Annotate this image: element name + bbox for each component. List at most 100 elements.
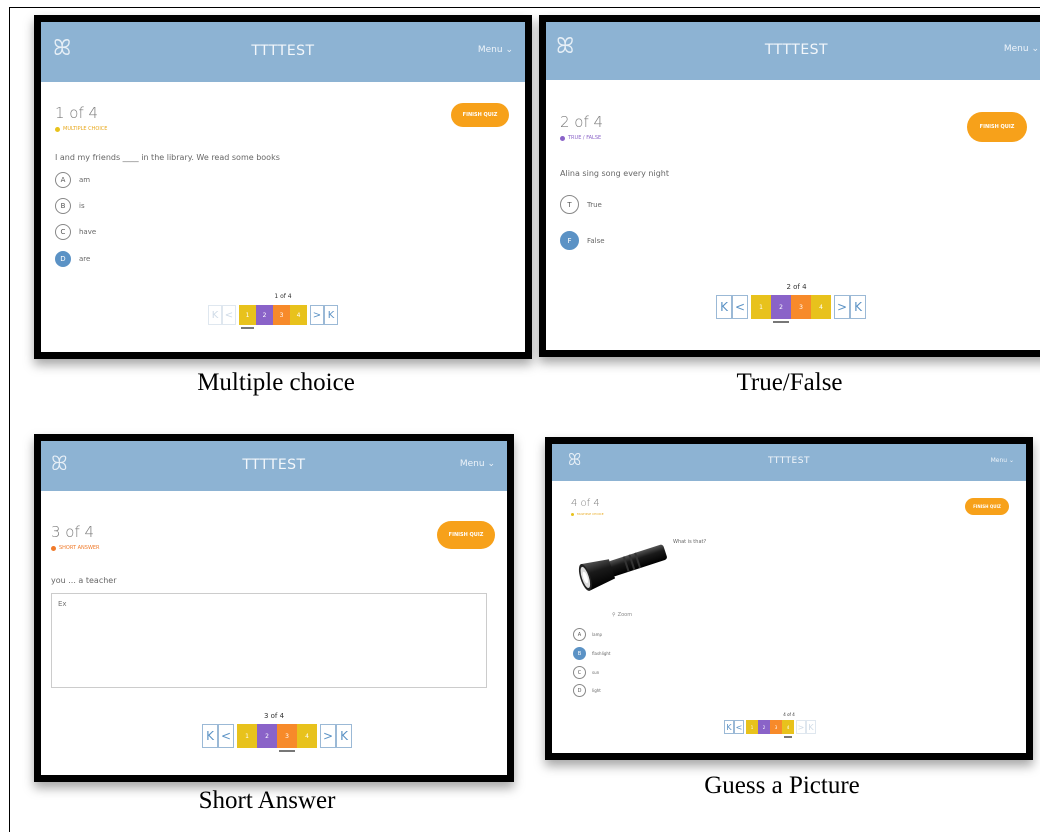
page-3-button[interactable]: 3 [770, 720, 782, 734]
option-letter: A [55, 172, 71, 188]
option-letter: C [573, 666, 586, 679]
option-letter: C [55, 224, 71, 240]
question-type-badge: SHORT ANSWER [51, 545, 100, 551]
prev-page-button[interactable]: < [732, 295, 748, 319]
last-page-button[interactable]: K [324, 305, 338, 325]
option-b[interactable]: B is [55, 198, 85, 214]
option-text: am [79, 176, 91, 184]
page-3-button[interactable]: 3 [273, 305, 290, 325]
option-text: True [587, 200, 602, 209]
prev-page-button[interactable]: < [218, 724, 234, 748]
page-4-button[interactable]: 4 [297, 724, 317, 748]
question-counter: 3 of 4 [51, 523, 95, 541]
option-d[interactable]: D are [55, 251, 90, 267]
caption-multiple-choice: Multiple choice [197, 369, 355, 396]
last-page-button[interactable]: K [806, 720, 816, 734]
page-4-button[interactable]: 4 [811, 295, 831, 319]
page-2-button[interactable]: 2 [758, 720, 770, 734]
option-a[interactable]: A am [55, 172, 90, 188]
option-letter: F [560, 231, 579, 250]
finish-quiz-button[interactable]: FINISH QUIZ [965, 498, 1009, 515]
menu-button[interactable]: Menu ⌄ [478, 45, 513, 55]
question-counter: 2 of 4 [560, 113, 604, 131]
option-c[interactable]: C have [55, 224, 96, 240]
option-true[interactable]: T True [560, 195, 602, 214]
type-dot-icon [51, 545, 56, 551]
app-title: TTTTEST [242, 457, 306, 473]
pagination: K < 1 2 3 4 > K [208, 305, 338, 329]
pager-label: 1 of 4 [274, 293, 292, 300]
last-page-button[interactable]: K [850, 295, 866, 319]
option-text: are [79, 255, 91, 263]
app-title: TTTTEST [764, 42, 829, 58]
pager-label: 3 of 4 [263, 712, 285, 720]
finish-quiz-button[interactable]: FINISH QUIZ [967, 112, 1027, 142]
pagination: K < 1 2 3 4 > K [724, 720, 816, 738]
prev-page-button[interactable]: < [734, 720, 744, 734]
panel-short-answer: ꕤ TTTTEST Menu ⌄ 3 of 4 SHORT ANSWER FIN… [34, 434, 514, 782]
question-type-label: MULTIPLE CHOICE [63, 126, 108, 132]
next-page-button[interactable]: > [310, 305, 324, 325]
question-type-label: MULTIPLE CHOICE [577, 512, 604, 516]
option-text: is [79, 202, 85, 210]
pagination: K < 1 2 3 4 > K [202, 724, 352, 752]
zoom-icon: ⚲ [612, 612, 616, 618]
page-1-button[interactable]: 1 [237, 724, 257, 748]
app-title: TTTTEST [251, 43, 315, 59]
option-text: light [592, 688, 601, 693]
next-page-button[interactable]: > [796, 720, 806, 734]
caption-guess-picture: Guess a Picture [704, 772, 860, 799]
page-2-button[interactable]: 2 [256, 305, 273, 325]
option-c[interactable]: C sun [573, 666, 599, 679]
page-4-button[interactable]: 4 [782, 720, 794, 738]
option-text: have [79, 228, 97, 236]
first-page-button[interactable]: K [716, 295, 732, 319]
question-type-label: TRUE / FALSE [568, 135, 602, 141]
first-page-button[interactable]: K [208, 305, 222, 325]
first-page-button[interactable]: K [724, 720, 734, 734]
panel-multiple-choice: ꕤ TTTTEST Menu ⌄ 1 of 4 MULTIPLE CHOICE … [34, 15, 532, 359]
top-bar: ꕤ TTTTEST Menu ⌄ [41, 441, 507, 491]
app-title: TTTTEST [768, 456, 810, 466]
finish-quiz-button[interactable]: FINISH QUIZ [451, 103, 509, 127]
question-text: you ... a teacher [51, 576, 117, 585]
next-page-button[interactable]: > [834, 295, 850, 319]
option-text: False [587, 236, 605, 245]
page-2-button[interactable]: 2 [771, 295, 791, 323]
page-3-button[interactable]: 3 [277, 724, 297, 752]
option-b[interactable]: B flashlight [573, 647, 610, 660]
next-page-button[interactable]: > [320, 724, 336, 748]
page-4-button[interactable]: 4 [290, 305, 307, 325]
panel-true-false: ꕤ TTTTEST Menu ⌄ 2 of 4 TRUE / FALSE FIN… [539, 15, 1040, 357]
prev-page-button[interactable]: < [222, 305, 236, 325]
page-2-button[interactable]: 2 [257, 724, 277, 748]
pager-label: 4 of 4 [783, 712, 795, 717]
last-page-button[interactable]: K [336, 724, 352, 748]
first-page-button[interactable]: K [202, 724, 218, 748]
top-bar: ꕤ TTTTEST Menu ⌄ [546, 22, 1040, 80]
option-d[interactable]: D light [573, 684, 601, 697]
option-false[interactable]: F False [560, 231, 605, 250]
option-letter: B [573, 647, 586, 660]
option-letter: D [573, 684, 586, 697]
pagination: K < 1 2 3 4 > K [716, 295, 866, 323]
page-1-button[interactable]: 1 [751, 295, 771, 319]
page-1-button[interactable]: 1 [746, 720, 758, 734]
question-type-badge: MULTIPLE CHOICE [55, 126, 107, 132]
type-dot-icon [571, 512, 574, 516]
question-text: What is that? [673, 539, 707, 545]
menu-button[interactable]: Menu ⌄ [1004, 44, 1039, 54]
question-type-badge: MULTIPLE CHOICE [571, 512, 604, 516]
question-text: I and my friends ____ in the library. We… [55, 153, 280, 162]
option-a[interactable]: A lamp [573, 628, 602, 641]
menu-button[interactable]: Menu ⌄ [460, 459, 495, 469]
page-3-button[interactable]: 3 [791, 295, 811, 319]
finish-quiz-button[interactable]: FINISH QUIZ [437, 521, 495, 549]
flashlight-image [578, 544, 667, 591]
menu-button[interactable]: Menu ⌄ [991, 457, 1014, 464]
answer-textarea[interactable] [51, 593, 487, 688]
zoom-button[interactable]: ⚲ Zoom [612, 612, 632, 618]
option-text: lamp [592, 632, 602, 637]
question-counter: 4 of 4 [571, 498, 600, 509]
page-1-button[interactable]: 1 [239, 305, 256, 329]
